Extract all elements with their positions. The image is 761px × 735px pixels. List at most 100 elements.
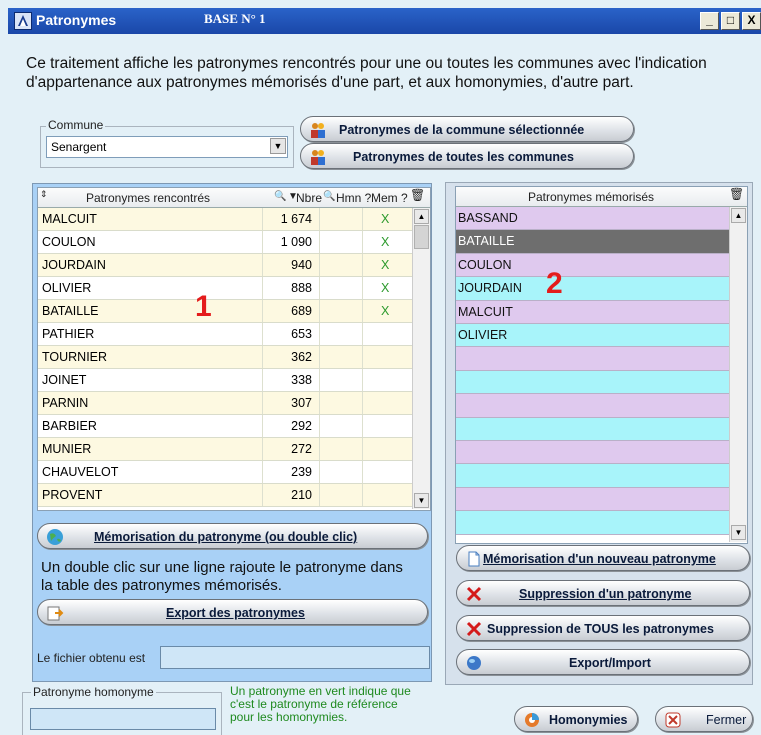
chevron-down-icon[interactable]: ▼ — [270, 138, 286, 154]
column-divider — [362, 369, 363, 391]
people-icon — [309, 148, 327, 166]
header-count[interactable]: Nbre — [296, 191, 322, 205]
column-divider — [362, 484, 363, 506]
green-note-text: Un patronyme en vert indique que c'est l… — [230, 684, 411, 724]
patronyme-cell: JOURDAIN — [42, 258, 106, 272]
table-row[interactable]: COULON — [456, 253, 729, 278]
memorize-button[interactable]: Mémorisation du patronyme (ou double cli… — [37, 523, 428, 549]
count-cell: 292 — [291, 419, 312, 433]
mem-cell: X — [381, 281, 390, 295]
table-row[interactable]: BARBIER 292 — [38, 415, 412, 438]
count-cell: 338 — [291, 373, 312, 387]
homonym-group-label: Patronyme homonyme — [31, 685, 156, 699]
table-row[interactable] — [456, 487, 729, 512]
count-cell: 653 — [291, 327, 312, 341]
found-patronymes-table: ⇕ Patronymes rencontrés 🔍 ▼ Nbre 🔍 Hmn ?… — [37, 187, 431, 511]
scroll-down-icon[interactable]: ▼ — [414, 493, 429, 508]
table-row[interactable]: OLIVIER — [456, 324, 729, 348]
selected-commune-button[interactable]: Patronymes de la commune sélectionnée — [300, 116, 634, 142]
table-row[interactable] — [456, 417, 729, 441]
close-window-button[interactable]: X — [742, 12, 761, 30]
table-row[interactable]: CHAUVELOT 239 — [38, 461, 412, 484]
table-row[interactable]: PATHIER 653 — [38, 323, 412, 346]
table-row[interactable]: MALCUIT 1 674 X — [38, 208, 412, 231]
table-row[interactable] — [456, 370, 729, 395]
column-divider — [319, 323, 320, 345]
search-icon[interactable]: 🔍 — [323, 191, 335, 202]
table-row[interactable]: COULON 1 090 X — [38, 231, 412, 254]
sort-icon[interactable]: ⇕ — [40, 189, 48, 200]
scroll-up-icon[interactable]: ▲ — [731, 208, 746, 223]
scroll-thumb[interactable] — [414, 225, 429, 249]
table-row[interactable] — [456, 511, 729, 535]
table-row[interactable]: BASSAND — [456, 207, 729, 231]
column-divider — [362, 461, 363, 483]
patronyme-cell: PARNIN — [42, 396, 89, 410]
column-divider — [319, 208, 320, 230]
export-import-button[interactable]: Export/Import — [456, 649, 750, 675]
hint-text: Un double clic sur une ligne rajoute le … — [41, 559, 403, 594]
table-row[interactable] — [456, 464, 729, 488]
scroll-down-icon[interactable]: ▼ — [731, 525, 746, 540]
table-row[interactable]: MALCUIT — [456, 300, 729, 324]
count-cell: 307 — [291, 396, 312, 410]
header-mem[interactable]: Mem ? — [371, 191, 408, 205]
globe-icon — [465, 654, 483, 672]
table-row[interactable]: PARNIN 307 — [38, 392, 412, 415]
homonymies-button[interactable]: Homonymies — [514, 706, 638, 732]
table-row[interactable]: OLIVIER 888 X — [38, 277, 412, 300]
table-row[interactable] — [456, 441, 729, 465]
all-communes-button[interactable]: Patronymes de toutes les communes — [300, 143, 634, 169]
column-divider — [262, 392, 263, 414]
close-button[interactable]: Fermer — [655, 706, 753, 732]
column-divider — [262, 346, 263, 368]
column-divider — [362, 254, 363, 276]
memorized-patronymes-panel: Patronymes mémorisés 🗑 BASSAND BATAILLE CO… — [445, 182, 753, 685]
trash-icon[interactable]: 🗑 — [410, 188, 425, 202]
new-memorize-button[interactable]: Mémorisation d'un nouveau patronyme — [456, 545, 750, 571]
column-divider — [362, 392, 363, 414]
count-cell: 1 090 — [280, 235, 312, 249]
mem-cell: X — [381, 212, 390, 226]
patronyme-cell: BARBIER — [42, 419, 97, 433]
table-row[interactable]: TOURNIER 362 — [38, 346, 412, 369]
delete-all-button[interactable]: Suppression de TOUS les patronymes — [456, 615, 750, 641]
file-obtained-label: Le fichier obtenu est — [37, 651, 146, 665]
file-obtained-field[interactable] — [160, 646, 430, 669]
description-text: Ce traitement affiche les patronymes ren… — [26, 55, 707, 91]
header-name[interactable]: Patronymes rencontrés — [86, 191, 210, 205]
table-row[interactable] — [456, 394, 729, 418]
minimize-button[interactable]: _ — [700, 12, 719, 30]
delete-one-button[interactable]: Suppression d'un patronyme — [456, 580, 750, 606]
table-row[interactable] — [456, 347, 729, 371]
table-row[interactable]: MUNIER 272 — [38, 438, 412, 461]
table-row[interactable]: PROVENT 210 — [38, 484, 412, 507]
memorized-patronymes-table: Patronymes mémorisés 🗑 BASSAND BATAILLE CO… — [455, 186, 748, 544]
count-cell: 1 674 — [280, 212, 312, 226]
column-divider — [262, 254, 263, 276]
maximize-button[interactable]: □ — [721, 12, 740, 30]
header-memorized[interactable]: Patronymes mémorisés — [528, 190, 654, 204]
homonym-field[interactable] — [30, 708, 216, 730]
header-hmn[interactable]: Hmn ? — [336, 191, 371, 205]
memorized-name-cell: BASSAND — [458, 211, 518, 225]
mem-cell: X — [381, 235, 390, 249]
table-row[interactable]: BATAILLE — [456, 230, 729, 254]
table-header: ⇕ Patronymes rencontrés 🔍 ▼ Nbre 🔍 Hmn ?… — [38, 188, 430, 208]
earth-icon — [46, 528, 64, 546]
table-row[interactable]: BATAILLE 689 X — [38, 300, 412, 323]
export-icon — [46, 604, 64, 622]
table-scrollbar[interactable]: ▲ ▼ — [412, 208, 430, 509]
scroll-up-icon[interactable]: ▲ — [414, 209, 429, 224]
commune-select[interactable]: Senargent ▼ — [46, 136, 288, 158]
table-scrollbar[interactable]: ▲ ▼ — [729, 207, 747, 542]
table-row[interactable]: JOURDAIN — [456, 277, 729, 301]
trash-icon[interactable]: 🗑 — [729, 187, 744, 201]
table-row[interactable]: JOURDAIN 940 X — [38, 254, 412, 277]
table-row[interactable]: JOINET 338 — [38, 369, 412, 392]
column-divider — [319, 392, 320, 414]
export-button[interactable]: Export des patronymes — [37, 599, 428, 625]
patronyme-cell: MALCUIT — [42, 212, 97, 226]
search-icon[interactable]: 🔍 — [274, 191, 286, 202]
column-divider — [319, 346, 320, 368]
